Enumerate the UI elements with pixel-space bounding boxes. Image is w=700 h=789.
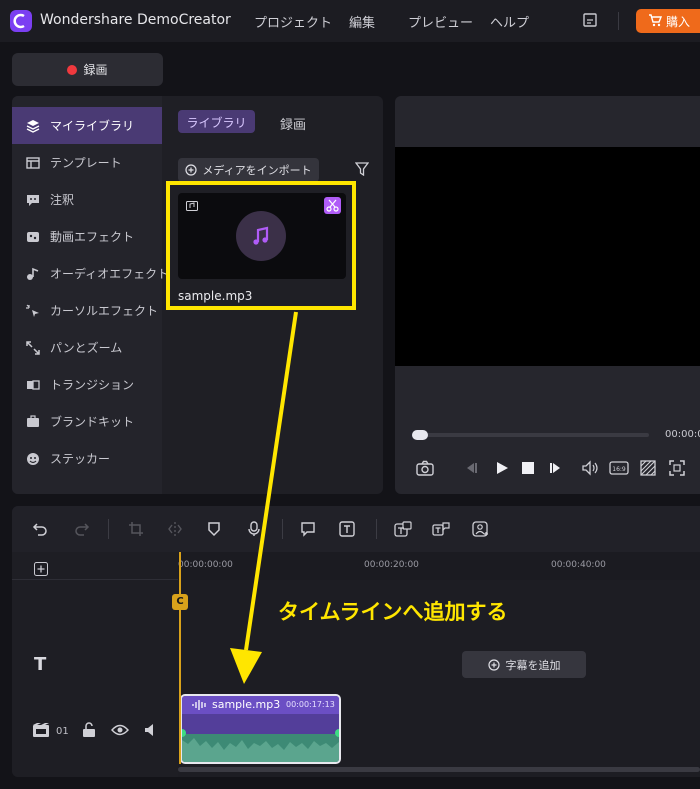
annotation-text: タイムラインへ追加する [278, 600, 508, 624]
annotation-arrow [230, 311, 298, 684]
